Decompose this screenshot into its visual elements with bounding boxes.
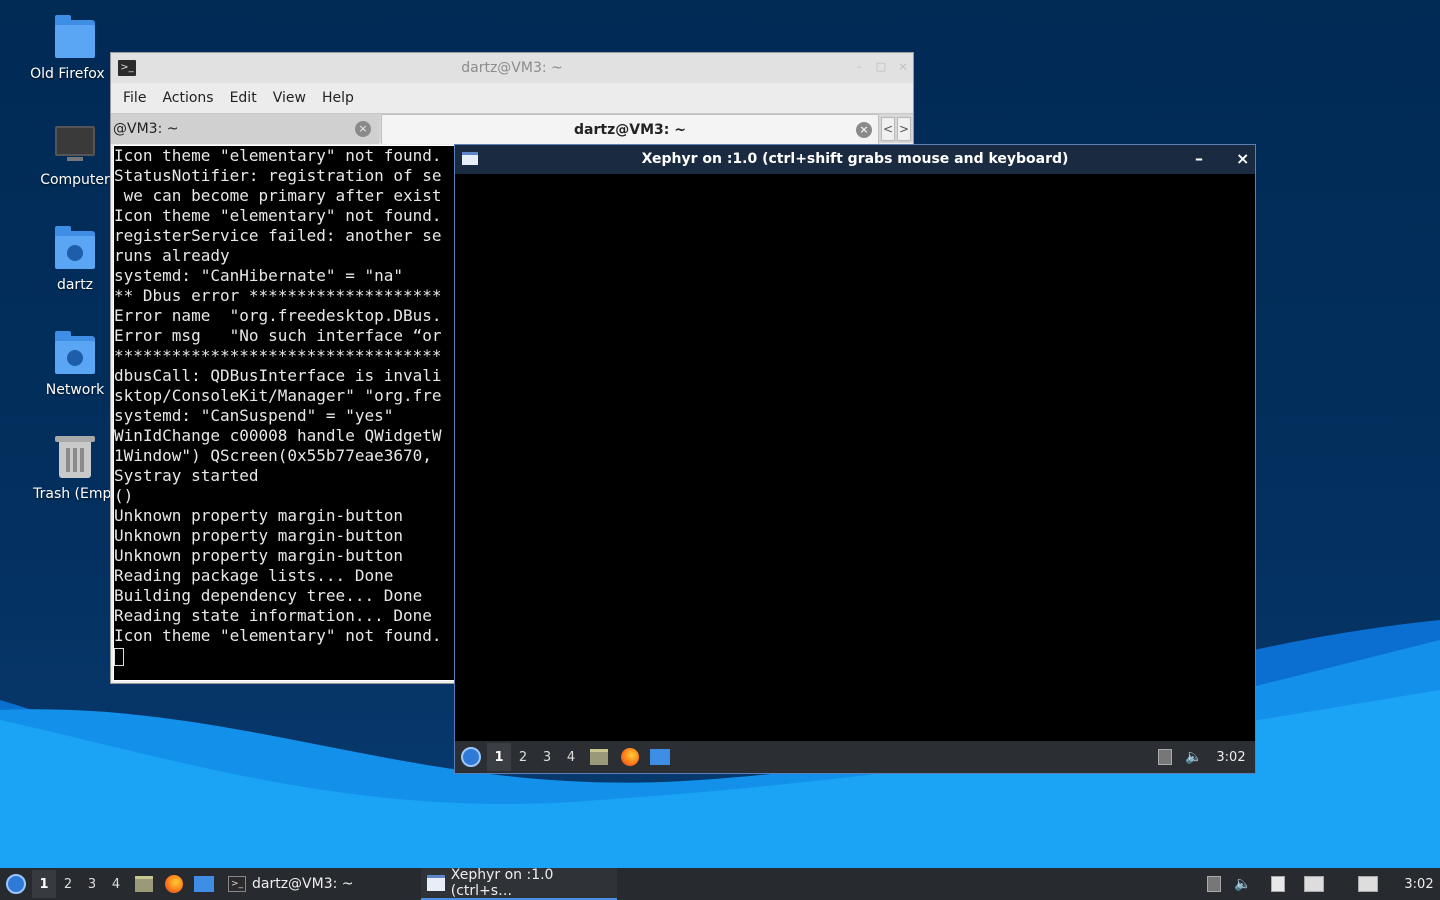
- terminal-icon: >_: [118, 60, 136, 76]
- show-desktop-button[interactable]: [645, 749, 675, 765]
- file-manager-icon: [135, 876, 153, 892]
- terminal-titlebar[interactable]: >_ dartz@VM3: ~ – □ ×: [111, 53, 913, 83]
- tab-scroll-left-icon[interactable]: <: [881, 117, 895, 141]
- task-label: Xephyr on :1.0 (ctrl+s…: [450, 867, 554, 899]
- tab-terminal-2[interactable]: dartz@VM3: ~ ×: [381, 114, 879, 144]
- firefox-icon: [165, 875, 183, 893]
- minimize-icon[interactable]: –: [853, 61, 865, 73]
- desktop-icon: [194, 876, 214, 892]
- update-notifier-button[interactable]: [1294, 874, 1334, 894]
- file-manager-icon: [590, 749, 608, 765]
- start-menu-button[interactable]: [4, 873, 28, 895]
- menu-edit[interactable]: Edit: [224, 90, 263, 106]
- folder-icon: [53, 15, 97, 60]
- start-menu-button[interactable]: [455, 747, 487, 767]
- eject-icon: [1207, 876, 1221, 892]
- menu-bar: File Actions Edit View Help: [111, 83, 913, 113]
- desktop-icon-label: Network: [45, 382, 105, 398]
- clipboard-tray-button[interactable]: [1266, 874, 1290, 894]
- file-manager-launcher[interactable]: [583, 749, 615, 765]
- xephyr-window-icon: [427, 875, 445, 891]
- task-label: dartz@VM3: ~: [252, 876, 354, 892]
- workspace-1[interactable]: 1: [487, 743, 511, 771]
- workspace-3[interactable]: 3: [80, 870, 104, 898]
- xephyr-titlebar[interactable]: Xephyr on :1.0 (ctrl+shift grabs mouse a…: [455, 145, 1255, 174]
- workspace-4[interactable]: 4: [559, 743, 583, 771]
- desktop-icon-label: Trash (Empt: [33, 486, 117, 502]
- desktop-icon-label: Old Firefox D: [30, 66, 120, 82]
- menu-file[interactable]: File: [117, 90, 152, 106]
- menu-actions[interactable]: Actions: [156, 90, 219, 106]
- clock[interactable]: 3:02: [1207, 750, 1255, 765]
- tab-terminal-1[interactable]: @VM3: ~ ×: [111, 114, 379, 144]
- network-tray-button[interactable]: [1348, 874, 1388, 894]
- workspace-2[interactable]: 2: [511, 743, 535, 771]
- menu-logo-icon: [461, 747, 481, 767]
- menu-help[interactable]: Help: [316, 90, 360, 106]
- firefox-icon: [621, 748, 639, 766]
- text-cursor: [114, 647, 124, 666]
- clipboard-icon: [1271, 876, 1285, 892]
- window-title: dartz@VM3: ~: [461, 60, 563, 76]
- desktop-icon: [650, 749, 670, 765]
- xephyr-inner-panel: 1 2 3 4 🔈 3:02: [455, 741, 1255, 773]
- workspace-2[interactable]: 2: [56, 870, 80, 898]
- desktop-icon-label: Computer: [40, 172, 110, 188]
- removable-media-button[interactable]: [1151, 749, 1179, 765]
- computer-icon: [53, 122, 97, 166]
- workspace-3[interactable]: 3: [535, 743, 559, 771]
- close-icon[interactable]: ×: [897, 61, 909, 73]
- tab-scroll-right-icon[interactable]: >: [897, 117, 911, 141]
- file-manager-launcher[interactable]: [132, 874, 156, 894]
- close-icon[interactable]: ×: [1236, 145, 1249, 173]
- network-folder-icon: [53, 331, 97, 376]
- clock[interactable]: 3:02: [1398, 868, 1440, 900]
- terminal-icon: >_: [228, 876, 246, 892]
- maximize-icon[interactable]: □: [875, 61, 887, 73]
- menu-logo-icon: [6, 874, 26, 894]
- window-title: Xephyr on :1.0 (ctrl+shift grabs mouse a…: [641, 151, 1069, 167]
- volume-button[interactable]: 🔈: [1179, 749, 1207, 765]
- eject-icon: [1158, 749, 1172, 765]
- volume-icon: 🔈: [1234, 876, 1252, 892]
- workspace-4[interactable]: 4: [104, 870, 128, 898]
- firefox-launcher[interactable]: [615, 748, 645, 766]
- task-xephyr[interactable]: Xephyr on :1.0 (ctrl+s…: [421, 867, 617, 900]
- xephyr-window[interactable]: Xephyr on :1.0 (ctrl+shift grabs mouse a…: [454, 144, 1256, 774]
- show-desktop-button[interactable]: [192, 874, 216, 894]
- removable-media-button[interactable]: [1202, 874, 1226, 894]
- tab-bar: @VM3: ~ × dartz@VM3: ~ × < >: [111, 113, 913, 144]
- desktop-icon-label: dartz: [56, 277, 94, 293]
- volume-button[interactable]: 🔈: [1230, 874, 1254, 894]
- tab-close-icon[interactable]: ×: [856, 122, 872, 138]
- workspace-1[interactable]: 1: [32, 870, 56, 898]
- tab-close-icon[interactable]: ×: [355, 121, 371, 137]
- task-terminal[interactable]: >_ dartz@VM3: ~: [222, 868, 418, 900]
- xephyr-window-icon: [462, 152, 478, 165]
- minimize-icon[interactable]: –: [1195, 145, 1203, 173]
- tab-label: dartz@VM3: ~: [574, 122, 686, 138]
- taskbar: 1 2 3 4 >_ dartz@VM3: ~ Xephyr on :1.0 (…: [0, 867, 1440, 900]
- network-status-icon: [1358, 876, 1378, 892]
- menu-view[interactable]: View: [267, 90, 312, 106]
- tab-label: @VM3: ~: [113, 121, 179, 137]
- trash-icon: [53, 436, 97, 480]
- firefox-launcher[interactable]: [162, 874, 186, 894]
- update-notifier-icon: [1304, 876, 1324, 892]
- home-folder-icon: [53, 226, 97, 271]
- volume-icon: 🔈: [1185, 749, 1203, 765]
